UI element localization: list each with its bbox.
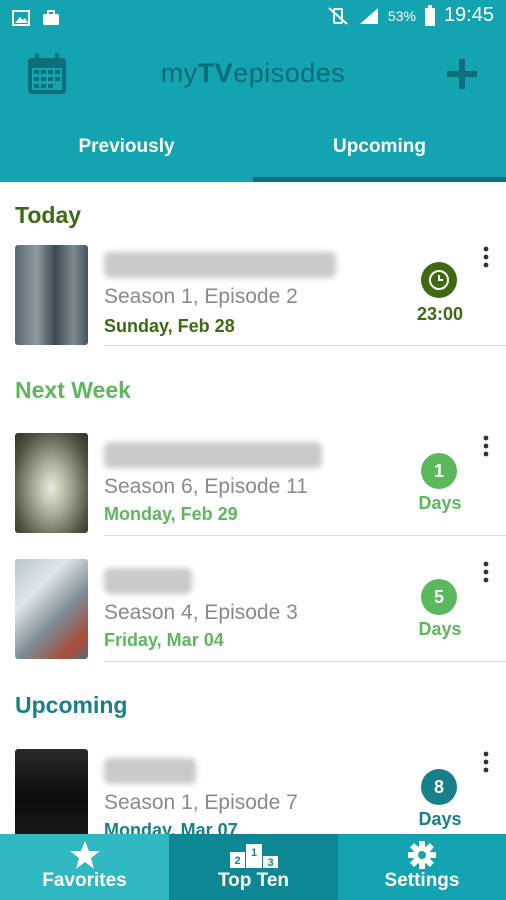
days-badge: 8 [421, 769, 457, 805]
gallery-icon [12, 10, 30, 26]
section-header-today: Today [15, 202, 82, 228]
episode-date: Monday, Feb 29 [104, 504, 238, 524]
show-poster [15, 433, 88, 533]
episode-season: Season 4, Episode 3 [104, 601, 298, 624]
add-icon[interactable] [444, 56, 480, 92]
episode-date: Monday, Mar 07 [104, 820, 238, 834]
more-options-icon[interactable] [478, 433, 494, 459]
gear-icon [408, 841, 436, 869]
row-divider [104, 661, 506, 662]
tab-previously[interactable]: Previously [0, 112, 253, 182]
episode-row[interactable]: Season 1, Episode 7 Monday, Mar 07 8 Day… [0, 744, 506, 834]
section-header-next-week: Next Week [15, 377, 131, 403]
more-options-icon[interactable] [478, 244, 494, 270]
episode-date: Friday, Mar 04 [104, 630, 224, 650]
show-title-blurred [104, 252, 336, 278]
briefcase-icon [43, 10, 59, 25]
days-badge: 1 [421, 453, 457, 489]
nav-top-ten[interactable]: 2 1 3 Top Ten [169, 834, 338, 900]
row-divider [104, 535, 506, 536]
airtime-badge [421, 262, 457, 298]
more-options-icon[interactable] [478, 749, 494, 775]
show-poster [15, 749, 88, 834]
show-title-blurred [104, 442, 322, 468]
battery-icon [424, 4, 435, 26]
episode-season: Season 1, Episode 2 [104, 285, 298, 308]
tab-upcoming[interactable]: Upcoming [253, 112, 506, 182]
vibrate-mute-icon [328, 6, 348, 25]
bottom-nav: Favorites 2 1 3 Top Ten Settings [0, 834, 506, 900]
tab-bar: Previously Upcoming [0, 112, 506, 182]
episode-list[interactable]: Today Season 1, Episode 2 Sunday, Feb 28… [0, 182, 506, 834]
episode-row[interactable]: Season 1, Episode 2 Sunday, Feb 28 23:00 [0, 238, 506, 364]
nav-settings[interactable]: Settings [338, 834, 506, 900]
show-poster [15, 245, 88, 345]
clock-icon [429, 270, 449, 290]
nav-favorites-label: Favorites [42, 870, 127, 891]
episode-season: Season 1, Episode 7 [104, 791, 298, 814]
show-title-blurred [104, 568, 192, 594]
episode-row[interactable]: Season 4, Episode 3 Friday, Mar 04 5 Day… [0, 554, 506, 680]
section-header-upcoming: Upcoming [15, 692, 128, 718]
app-bar: myTVepisodes [0, 38, 506, 112]
show-title-blurred [104, 758, 196, 784]
svg-text:2: 2 [234, 855, 240, 867]
nav-top-ten-label: Top Ten [217, 870, 290, 891]
airtime-label: 23:00 [416, 304, 464, 324]
days-badge: 5 [421, 579, 457, 615]
star-icon [69, 841, 100, 869]
days-label: Days [418, 809, 462, 829]
nav-settings-label: Settings [384, 870, 460, 891]
show-poster [15, 559, 88, 659]
days-label: Days [418, 619, 462, 639]
app-title: myTVepisodes [160, 58, 346, 88]
svg-text:1: 1 [250, 847, 256, 859]
podium-icon: 2 1 3 [229, 844, 278, 869]
status-bar: 53% 19:45 [0, 0, 506, 38]
episode-date: Sunday, Feb 28 [104, 316, 235, 336]
nav-favorites[interactable]: Favorites [0, 834, 169, 900]
episode-season: Season 6, Episode 11 [104, 475, 308, 498]
battery-percent: 53% [387, 7, 416, 24]
row-divider [104, 345, 506, 346]
clock-time: 19:45 [443, 4, 494, 26]
episode-row[interactable]: Season 6, Episode 11 Monday, Feb 29 1 Da… [0, 428, 506, 554]
signal-icon [359, 7, 378, 24]
days-label: Days [418, 493, 462, 513]
svg-text:3: 3 [267, 857, 273, 869]
more-options-icon[interactable] [478, 559, 494, 585]
